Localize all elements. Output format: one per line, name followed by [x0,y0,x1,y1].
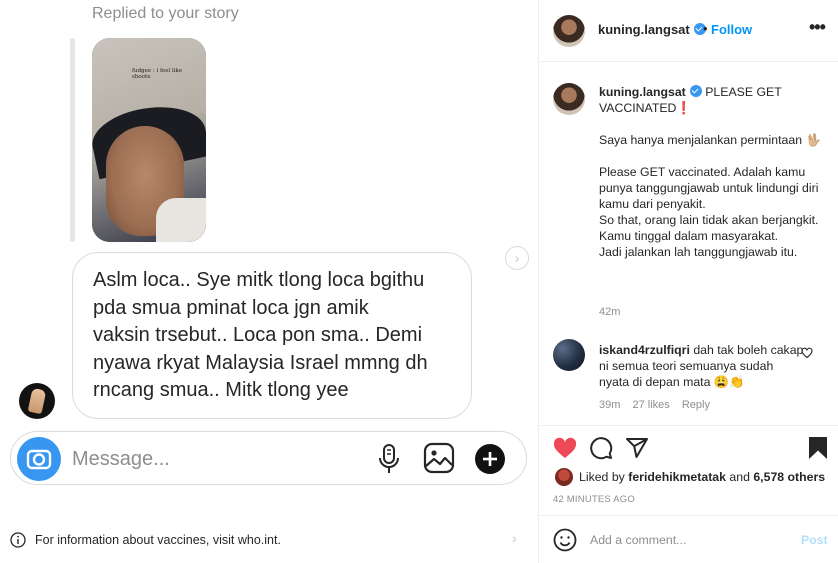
likes-prefix: Liked by [579,470,625,484]
post-timestamp[interactable]: 42 MINUTES AGO [553,494,635,505]
heart-icon[interactable] [801,346,813,364]
avatar[interactable] [555,468,573,486]
share-icon[interactable] [625,436,649,465]
story-caption: fudgee : i feel like shoote [132,68,183,80]
verified-badge-icon [689,85,702,97]
emoji-icon[interactable] [553,528,577,557]
likes-conjunction: and [729,470,750,484]
post-header: kuning.langsat • Follow ••• [539,0,838,62]
comment-username[interactable]: iskand4rzulfiqri [599,343,690,357]
message-line: nyawa rkyat Malaysia Israel mmng dh [93,351,428,374]
post-sidebar: kuning.langsat • Follow ••• kuning.langs… [538,0,838,563]
caption-username[interactable]: kuning.langsat [599,85,686,99]
vaccine-info-banner[interactable]: For information about vaccines, visit wh… [0,519,538,563]
avatar[interactable] [553,15,585,47]
message-line: vaksin trsebut.. Loca pon sma.. Demi [93,324,423,346]
story-reply-bar [70,38,75,242]
reply-button[interactable]: Reply [682,399,710,411]
likes-summary: Liked by feridehikmetatak and 6,578 othe… [579,470,825,484]
caption-text: Jadi jalankan lah tanggungjawab itu. [599,245,798,259]
replied-to-story-label: Replied to your story [92,5,239,22]
comment-likes[interactable]: 27 likes [632,399,669,411]
caption-text: Saya hanya menjalankan permintaan 🖖🏼 [599,133,821,147]
message-line: pda smua pminat loca jgn amik [93,296,369,319]
comment: iskand4rzulfiqri dah tak boleh cakap ni … [599,342,804,390]
info-icon [10,532,26,553]
message-line: Aslm loca.. Sye mitk tlong loca bgithu [93,269,425,291]
post-button[interactable]: Post [801,533,828,547]
microphone-icon[interactable] [377,443,401,480]
vaccine-info-text: For information about vaccines, visit wh… [35,533,281,547]
avatar[interactable] [553,339,585,371]
message-composer: Message... [10,431,527,485]
camera-icon[interactable] [17,437,61,481]
post-caption: kuning.langsat PLEASE GET VACCINATED❗ Sa… [599,84,824,260]
caption-timestamp[interactable]: 42m [599,306,620,318]
story-thumbnail[interactable]: fudgee : i feel like shoote [92,38,206,242]
add-comment-bar: Add a comment... Post [539,515,838,563]
message-input[interactable]: Message... [72,448,170,471]
heart-icon[interactable] [553,437,577,464]
chevron-right-icon[interactable]: › [505,246,529,270]
dm-screenshot: Replied to your story fudgee : i feel li… [0,0,538,563]
bookmark-icon[interactable] [807,436,829,465]
chevron-right-icon: › [512,530,517,546]
comment-input[interactable]: Add a comment... [590,533,686,547]
gallery-icon[interactable] [423,442,455,479]
caption-text: So that, orang lain tidak akan berjangki… [599,213,819,227]
likes-user[interactable]: feridehikmetatak [628,470,726,484]
caption-text: Kamu tinggal dalam masyarakat. [599,229,779,243]
likes-others[interactable]: 6,578 others [753,470,825,484]
message-bubble: Aslm loca.. Sye mitk tlong loca bgithu p… [72,252,472,419]
username[interactable]: kuning.langsat [598,22,690,37]
comment-icon[interactable] [589,436,613,465]
avatar[interactable] [19,383,55,419]
avatar[interactable] [553,83,585,115]
comment-meta: 39m 27 likes Reply [599,399,719,411]
more-options-icon[interactable]: ••• [809,17,826,38]
post-actions: Liked by feridehikmetatak and 6,578 othe… [539,425,838,521]
separator-dot: • [703,21,708,36]
post-author[interactable]: kuning.langsat [598,22,706,37]
message-line: rncang smua.. Mitk tlong yee [93,379,349,401]
comment-timestamp: 39m [599,399,621,411]
caption-text: Please GET vaccinated. Adalah kamu punya… [599,165,819,211]
sticker-icon[interactable] [475,444,505,479]
follow-button[interactable]: Follow [711,22,752,37]
